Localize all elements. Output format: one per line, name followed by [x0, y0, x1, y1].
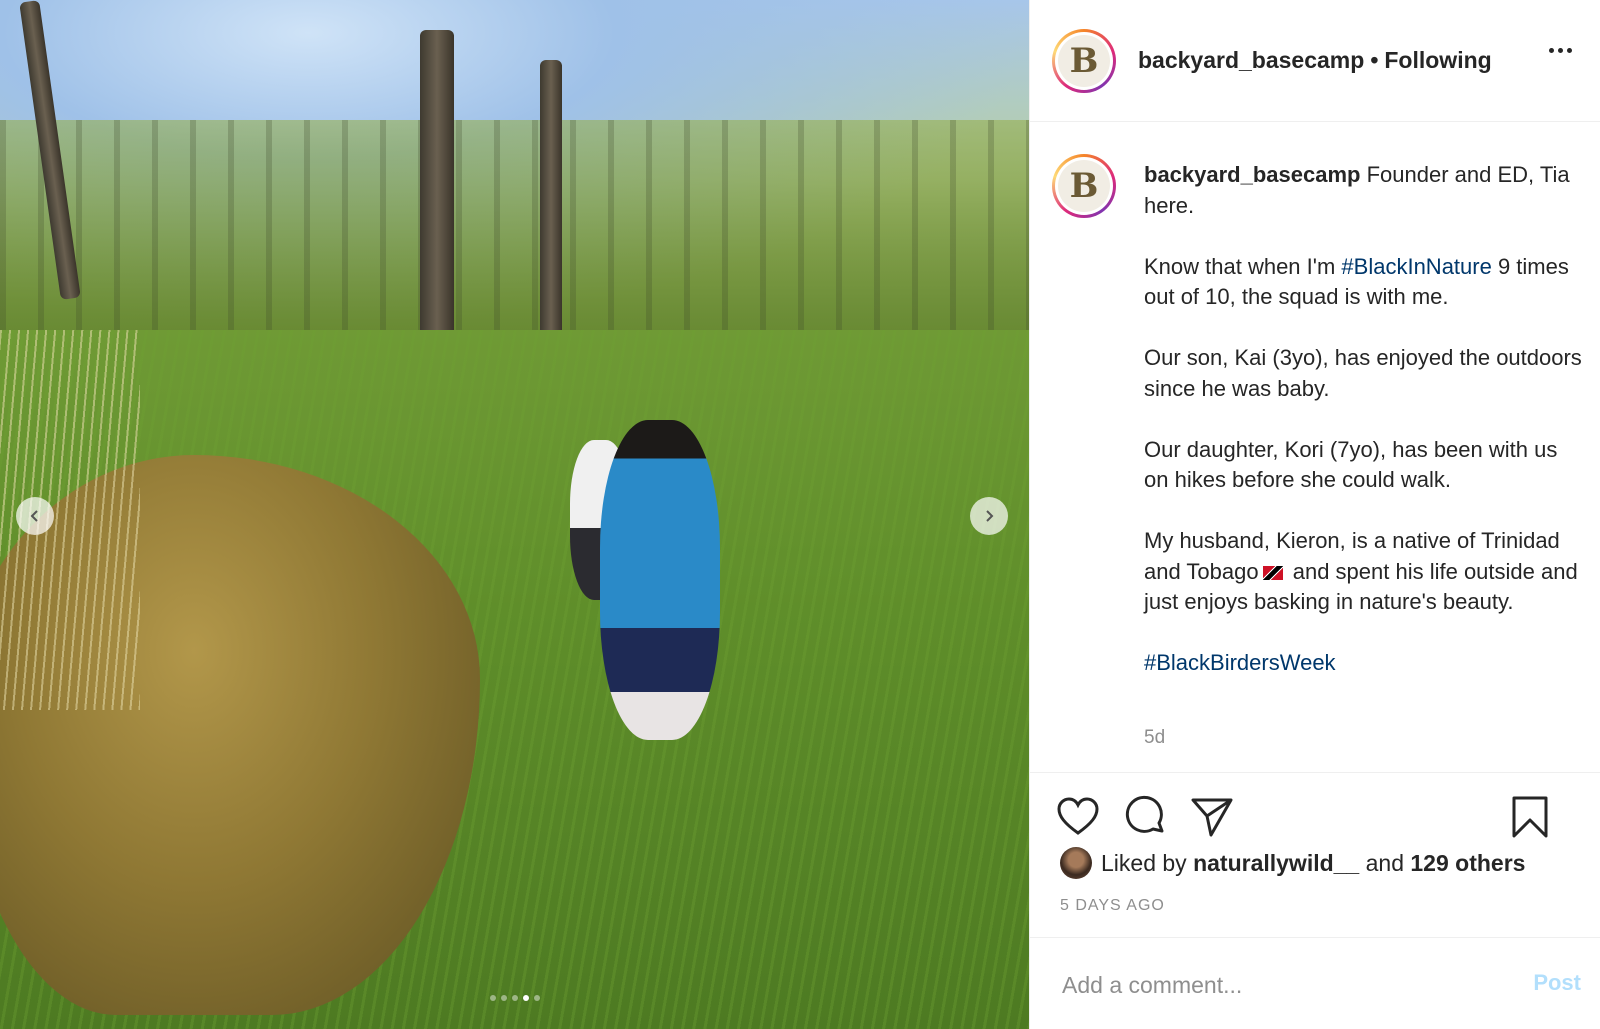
carousel-indicator — [0, 995, 1029, 1001]
more-options-icon[interactable] — [1549, 48, 1572, 53]
separator: • — [1370, 47, 1379, 73]
like-button[interactable] — [1056, 795, 1100, 839]
heart-icon — [1057, 797, 1099, 835]
caption-age: 5d — [1144, 727, 1166, 748]
caption-username-link[interactable]: backyard_basecamp — [1144, 162, 1360, 187]
comment-input[interactable] — [1060, 964, 1484, 1006]
carousel-dot — [533, 995, 540, 1001]
photo-tree-trunk — [420, 30, 454, 370]
carousel-dot — [489, 995, 496, 1001]
post-sidebar: B backyard_basecamp • Following B backyard… — [1029, 0, 1600, 1029]
bookmark-icon — [1512, 796, 1548, 838]
caption-p1-before: Know that when I'm — [1144, 253, 1342, 279]
header-username-follow: backyard_basecamp • Following — [1138, 47, 1492, 74]
save-button[interactable] — [1508, 795, 1552, 839]
photo-tree-trunk — [540, 60, 562, 350]
chevron-right-icon — [986, 510, 994, 522]
caption-area: B backyard_basecamp Founder and ED, Tia … — [1030, 122, 1600, 772]
action-bar: Liked by naturallywild__ and 129 others … — [1030, 772, 1600, 937]
carousel-dot — [500, 995, 507, 1001]
previous-slide-button[interactable] — [16, 497, 54, 535]
avatar-logo: B — [1058, 34, 1110, 87]
profile-avatar[interactable]: B — [1052, 28, 1116, 93]
avatar-logo: B — [1058, 160, 1110, 212]
liked-by-label: Liked by — [1101, 849, 1187, 876]
carousel-dot — [522, 995, 529, 1001]
liker-username-link[interactable]: naturallywild__ — [1193, 850, 1359, 877]
liked-by: Liked by naturallywild__ and 129 others — [1060, 847, 1525, 879]
post-comment-button[interactable]: Post — [1533, 970, 1581, 996]
liker-avatar[interactable] — [1060, 847, 1092, 879]
caption-p2: Our son, Kai (3yo), has enjoyed the outd… — [1144, 345, 1582, 401]
comment-row: Post — [1030, 937, 1600, 1029]
post-header: B backyard_basecamp • Following — [1030, 0, 1600, 122]
caption-avatar[interactable]: B — [1052, 154, 1116, 218]
username-link[interactable]: backyard_basecamp — [1138, 47, 1364, 73]
post-photo[interactable] — [0, 0, 1029, 1029]
post-date[interactable]: 5 DAYS AGO — [1060, 897, 1165, 915]
hashtag-link[interactable]: #BlackInNature — [1341, 254, 1491, 279]
caption-p3: Our daughter, Kori (7yo), has been with … — [1144, 436, 1558, 493]
next-slide-button[interactable] — [970, 497, 1008, 535]
comment-button[interactable] — [1124, 795, 1168, 839]
chevron-left-icon — [30, 510, 38, 522]
hashtag-link[interactable]: #BlackBirdersWeek — [1144, 650, 1336, 675]
send-icon — [1191, 798, 1233, 837]
caption-text: backyard_basecamp Founder and ED, Tia he… — [1144, 160, 1584, 709]
and-label: and — [1365, 849, 1404, 876]
carousel-dot — [511, 995, 518, 1001]
share-button[interactable] — [1190, 795, 1234, 839]
comment-icon — [1125, 795, 1164, 833]
others-link[interactable]: 129 others — [1410, 850, 1525, 877]
following-button[interactable]: Following — [1384, 47, 1491, 73]
photo-child-tall — [600, 420, 720, 740]
trinidad-flag-icon — [1262, 565, 1283, 580]
